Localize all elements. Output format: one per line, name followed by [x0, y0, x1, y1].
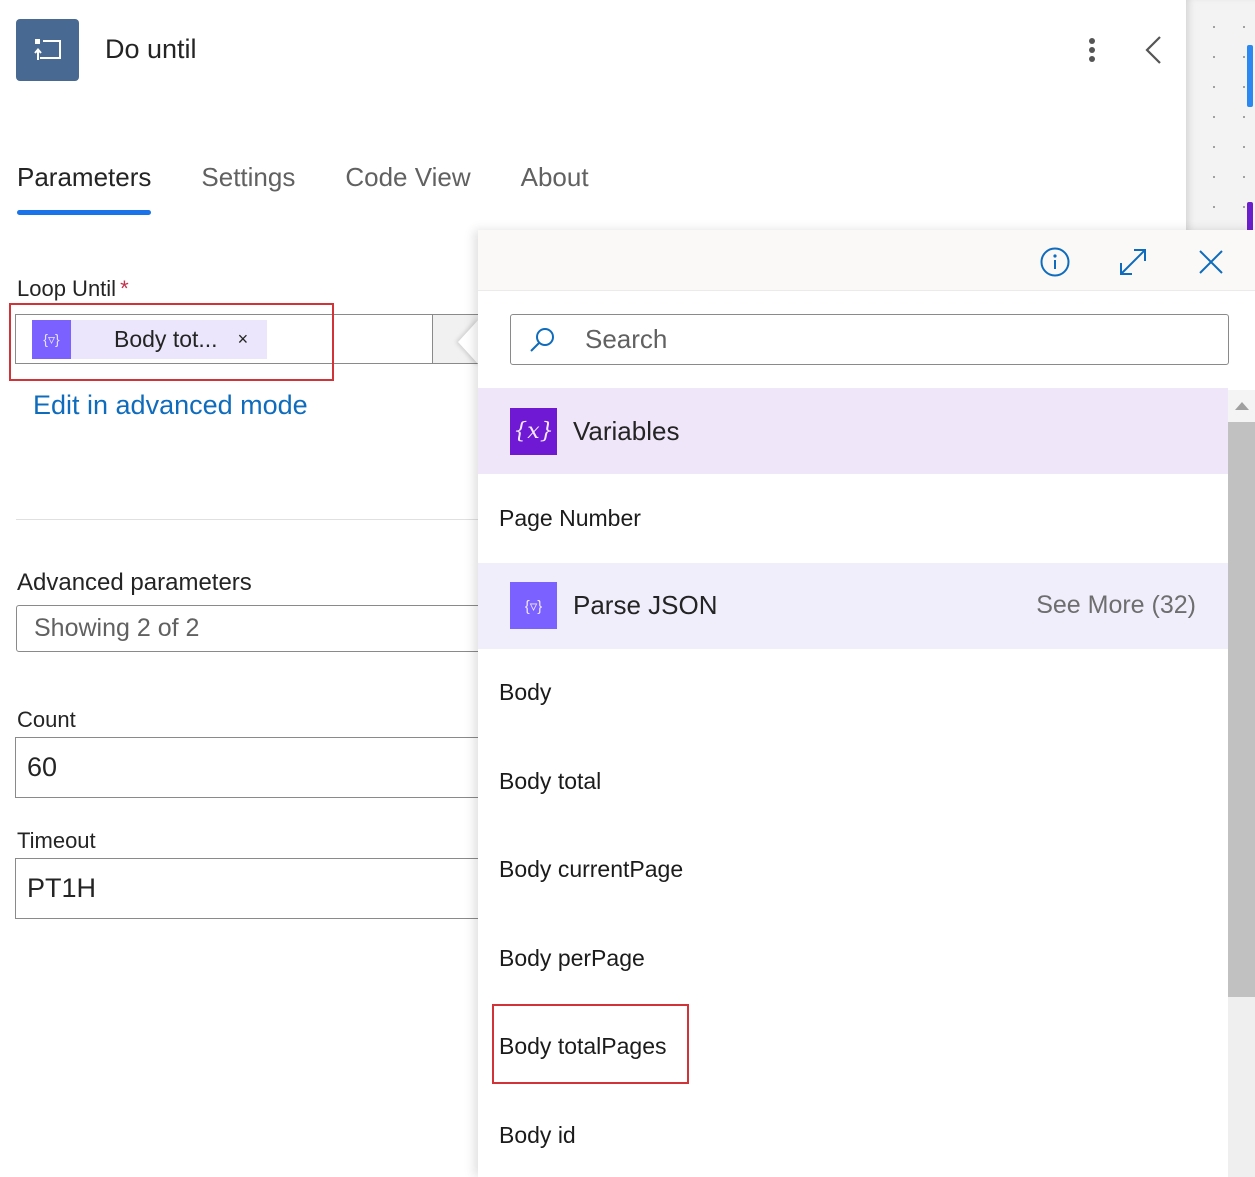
designer-canvas — [1186, 0, 1255, 232]
search-icon — [530, 327, 554, 352]
timeout-label: Timeout — [17, 828, 96, 853]
canvas-node-indicator — [1247, 45, 1253, 107]
tab-list: Parameters Settings Code View About — [17, 162, 639, 215]
list-item[interactable]: Body currentPage — [478, 826, 1228, 915]
close-icon — [1199, 250, 1223, 274]
list-item[interactable]: Body — [478, 649, 1228, 738]
tab-settings[interactable]: Settings — [201, 162, 295, 213]
highlight-box — [492, 1004, 689, 1084]
timeout-input[interactable]: PT1H — [15, 858, 485, 919]
tab-parameters[interactable]: Parameters — [17, 162, 152, 215]
canvas-node-indicator — [1247, 202, 1253, 232]
list-item[interactable]: Body total — [478, 737, 1228, 826]
list-item[interactable]: Page Number — [478, 474, 1228, 563]
search-input[interactable] — [583, 323, 1187, 356]
popup-pointer — [458, 318, 480, 366]
advanced-parameters-dropdown[interactable]: Showing 2 of 2 — [16, 605, 486, 652]
group-title: Parse JSON — [573, 590, 718, 620]
group-header-variables: {x} Variables — [478, 388, 1228, 474]
scrollbar[interactable] — [1228, 390, 1255, 1177]
group-title: Variables — [573, 415, 680, 446]
more-options-button[interactable] — [1078, 32, 1106, 68]
count-label: Count — [17, 707, 76, 732]
more-vertical-icon — [1089, 38, 1095, 62]
info-icon — [1040, 247, 1070, 277]
expand-button[interactable] — [1116, 245, 1150, 279]
loop-until-label-text: Loop Until — [17, 276, 117, 301]
search-box[interactable] — [510, 314, 1229, 365]
collapse-panel-button[interactable] — [1138, 32, 1168, 68]
scroll-thumb[interactable] — [1228, 422, 1255, 997]
info-button[interactable] — [1038, 245, 1072, 279]
highlight-box — [9, 303, 334, 381]
scroll-up-button[interactable] — [1228, 390, 1255, 422]
see-more-button[interactable]: See More (32) — [1036, 591, 1196, 620]
advanced-parameters-label: Advanced parameters — [17, 569, 252, 596]
edit-in-advanced-mode-link[interactable]: Edit in advanced mode — [33, 390, 308, 421]
parse-json-icon: {▿} — [510, 582, 557, 629]
panel-title: Do until — [105, 34, 197, 64]
variables-icon: {x} — [510, 407, 557, 455]
section-divider — [16, 519, 486, 520]
count-input[interactable]: 60 — [15, 737, 485, 798]
picker-header — [478, 230, 1255, 291]
close-button[interactable] — [1194, 245, 1228, 279]
required-marker: * — [120, 276, 129, 301]
tab-about[interactable]: About — [521, 162, 589, 213]
list-item[interactable]: Body id — [478, 1091, 1228, 1177]
triangle-up-icon — [1234, 402, 1249, 410]
list-item[interactable]: Body perPage — [478, 914, 1228, 1003]
expand-icon — [1120, 249, 1146, 275]
do-until-loop-icon — [16, 19, 79, 81]
chevron-left-icon — [1145, 36, 1161, 64]
loop-until-label: Loop Until * — [17, 276, 129, 302]
group-header-parse-json: {▿} Parse JSON See More (32) — [478, 562, 1228, 649]
tab-code-view[interactable]: Code View — [345, 162, 470, 213]
